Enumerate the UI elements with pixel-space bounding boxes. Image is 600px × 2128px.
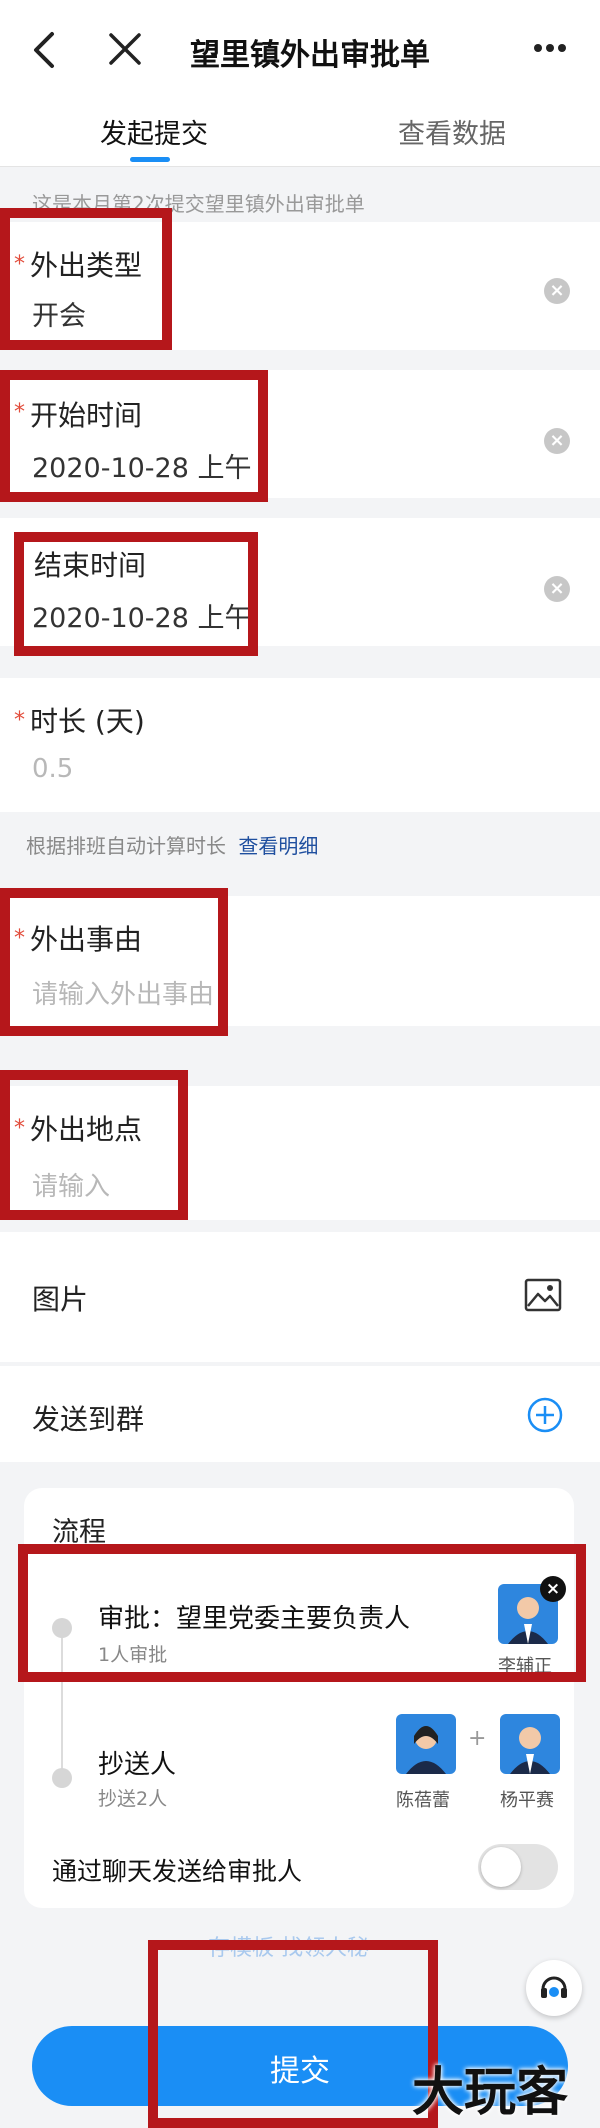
annotation-box [0, 208, 172, 350]
avatar [396, 1714, 456, 1774]
more-dots-icon[interactable] [532, 42, 568, 54]
chevron-left-icon[interactable] [30, 30, 60, 70]
header-bar: 望里镇外出审批单 [0, 0, 600, 100]
send-to-group-row[interactable]: 发送到群 [0, 1366, 600, 1462]
watermark: 大玩客 [412, 2063, 569, 2123]
duration-hint-text: 根据排班自动计算时长 [26, 834, 226, 858]
plus-sign: + [468, 1726, 487, 1751]
toggle-knob [481, 1847, 521, 1887]
annotation-box [0, 370, 268, 502]
close-icon[interactable] [108, 32, 142, 66]
clear-icon[interactable]: × [544, 576, 570, 602]
cc-sub: 抄送2人 [98, 1788, 168, 1810]
annotation-box [18, 1544, 586, 1682]
cc-title: 抄送人 [98, 1750, 177, 1780]
annotation-box [148, 1940, 438, 2128]
field-label: 时长 (天) [30, 705, 145, 738]
tab-submit[interactable]: 发起提交 [100, 112, 208, 151]
picture-label: 图片 [32, 1283, 89, 1316]
send-group-label: 发送到群 [32, 1403, 145, 1436]
duration-hint: 根据排班自动计算时长 查看明细 [26, 830, 318, 859]
avatar [500, 1714, 560, 1774]
view-detail-link[interactable]: 查看明细 [238, 834, 318, 858]
image-icon[interactable] [524, 1278, 562, 1312]
customer-service-icon[interactable] [526, 1960, 582, 2016]
field-duration: * 时长 (天) 0.5 [0, 678, 600, 812]
tab-view-data[interactable]: 查看数据 [398, 112, 506, 151]
annotation-box [0, 1070, 188, 1220]
headset-icon [541, 1976, 567, 1998]
clear-icon[interactable]: × [544, 428, 570, 454]
chat-toggle-label: 通过聊天发送给审批人 [52, 1857, 303, 1886]
annotation-box [0, 888, 228, 1036]
chat-toggle-switch[interactable] [478, 1844, 558, 1890]
annotation-box [14, 532, 258, 656]
timeline-dot [52, 1768, 72, 1788]
cc-person-name: 陈蓓蕾 [396, 1790, 450, 1811]
page-title: 望里镇外出审批单 [190, 38, 430, 73]
cc-person-name: 杨平赛 [500, 1790, 554, 1811]
add-circle-icon[interactable] [526, 1396, 564, 1434]
tab-bar: 发起提交 查看数据 [0, 100, 600, 167]
field-value: 0.5 [32, 754, 74, 784]
required-mark: * [14, 708, 25, 733]
tab-active-indicator [130, 157, 170, 162]
clear-icon[interactable]: × [544, 278, 570, 304]
picture-row[interactable]: 图片 [0, 1232, 600, 1362]
